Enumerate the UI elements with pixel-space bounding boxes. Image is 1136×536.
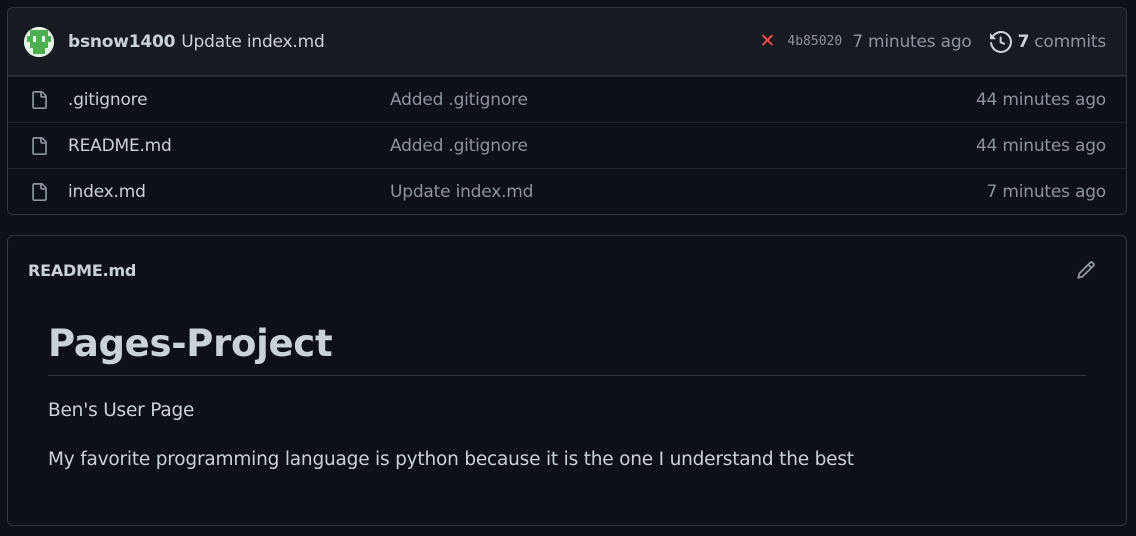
commit-time: 7 minutes ago: [852, 31, 972, 52]
file-commit-link[interactable]: Update index.md: [390, 182, 533, 202]
commit-message-link[interactable]: Update index.md: [181, 32, 324, 52]
file-commit-link[interactable]: Added .gitignore: [390, 136, 528, 156]
file-time: 7 minutes ago: [986, 181, 1107, 202]
file-name-link[interactable]: index.md: [68, 182, 390, 202]
readme-paragraph: My favorite programming language is pyth…: [48, 449, 854, 470]
commits-count: 7: [1017, 31, 1030, 52]
pencil-icon[interactable]: [1076, 260, 1096, 280]
file-time: 44 minutes ago: [975, 135, 1106, 156]
file-row[interactable]: .gitignore Added .gitignore 44 minutes a…: [8, 76, 1126, 122]
x-icon[interactable]: ✕: [759, 32, 775, 51]
file-row[interactable]: README.md Added .gitignore 44 minutes ag…: [8, 122, 1126, 168]
latest-commit-bar: bsnow1400 Update index.md ✕ 4b85020 7 mi…: [8, 8, 1126, 76]
file-commit-link[interactable]: Added .gitignore: [390, 90, 528, 110]
commits-history-link[interactable]: 7 commits: [989, 30, 1106, 53]
file-time: 44 minutes ago: [975, 89, 1106, 110]
history-icon: [989, 30, 1012, 53]
file-icon: [32, 182, 47, 201]
file-row[interactable]: index.md Update index.md 7 minutes ago: [8, 168, 1126, 214]
readme-heading: Pages-Project: [48, 322, 1086, 376]
readme-panel: README.md Pages-Project Ben's User Page …: [7, 235, 1127, 526]
file-name-link[interactable]: README.md: [68, 136, 390, 156]
file-icon: [32, 90, 47, 109]
readme-header: README.md: [8, 236, 1126, 304]
file-browser: bsnow1400 Update index.md ✕ 4b85020 7 mi…: [7, 7, 1127, 215]
readme-content: Pages-Project Ben's User Page My favorit…: [8, 322, 1126, 470]
avatar[interactable]: [24, 26, 54, 57]
commit-sha-link[interactable]: 4b85020: [787, 34, 842, 49]
repo-view: bsnow1400 Update index.md ✕ 4b85020 7 mi…: [0, 0, 1136, 536]
file-icon: [32, 136, 47, 155]
commits-label: commits: [1034, 31, 1106, 52]
commit-author-link[interactable]: bsnow1400: [68, 32, 175, 52]
file-name-link[interactable]: .gitignore: [68, 90, 390, 110]
identicon-icon: [24, 26, 54, 57]
readme-filename: README.md: [28, 260, 137, 280]
readme-paragraph: Ben's User Page: [48, 400, 195, 421]
